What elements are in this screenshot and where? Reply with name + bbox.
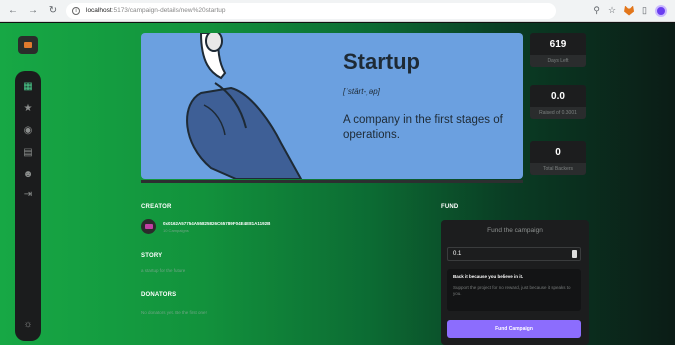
creator-logo-icon [144,224,153,229]
campaign-image: Startup [ˈstärt-ˌəp] A company in the fi… [141,33,523,179]
fund-campaign-button[interactable]: Fund Campaign [447,320,581,338]
fund-amount-input[interactable]: 0.1 [447,247,581,261]
back-arrow-icon[interactable]: ← [6,4,20,18]
stat-raised: 0.0 Raised of 0.3001 [530,85,586,119]
metamask-extension-icon[interactable] [624,5,635,16]
donators-heading: DONATORS [141,292,177,298]
fund-heading: FUND [441,204,459,210]
stat-value: 0.0 [551,90,565,102]
creator-row: 0x0162A57754A55825826C65789F04E4E81A1192… [141,219,270,234]
address-bar[interactable]: i localhost:5173/campaign-details/new%20… [66,2,556,19]
fund-amount-value: 0.1 [453,251,462,257]
browser-toolbar: ← → ↻ i localhost:5173/campaign-details/… [0,0,675,22]
dashboard-icon[interactable]: ▦ [22,81,34,93]
logo-mark-icon [24,42,32,48]
stat-days-left: 619 Days Left [530,33,586,67]
creator-campaign-count: 10 Campaigns [163,227,189,233]
profile-avatar[interactable] [655,4,667,17]
back-info-description: Support the project for no reward, just … [453,285,571,296]
stat-value: 619 [549,38,567,50]
logout-icon[interactable]: ⇥ [22,189,34,201]
forward-arrow-icon[interactable]: → [26,4,40,18]
stat-label: Total Backers [530,163,586,175]
theme-toggle-icon[interactable]: ☼ [22,319,34,331]
payment-icon[interactable]: ◉ [22,125,34,137]
hand-holding-sprout-illustration [186,33,303,179]
stat-value: 0 [555,146,561,158]
story-heading: STORY [141,253,163,259]
campaign-details-page: ▦ ★ ◉ ▤ ☻ ⇥ ☼ Startup [ˈstärt-ˌəp] A com… [0,23,675,345]
extensions-puzzle-icon[interactable]: ▯ [642,5,647,16]
story-text: a startup for the future [141,268,186,273]
withdraw-icon[interactable]: ▤ [22,147,34,159]
profile-icon[interactable]: ☻ [22,169,34,181]
site-info-icon[interactable]: i [72,6,80,15]
fund-panel-title: Fund the campaign [487,227,543,234]
stat-label: Days Left [530,55,586,67]
fund-panel: Fund the campaign 0.1 Back it because yo… [441,220,589,345]
stat-label: Raised of 0.3001 [530,107,586,119]
back-info-title: Back it because you believe in it. [453,274,524,279]
back-info-box: Back it because you believe in it. Suppo… [447,269,581,311]
funding-progress-bar [141,180,523,183]
url-path: :5173/campaign-details/new%20startup [111,7,226,14]
create-campaign-icon[interactable]: ★ [22,103,34,115]
creator-avatar [141,219,156,234]
creator-address: 0x0162A57754A55825826C65789F04E4E81A1192… [163,220,271,226]
hero-title: Startup [343,49,420,74]
stat-total-backers: 0 Total Backers [530,141,586,175]
number-spinner-icon[interactable] [572,250,577,258]
creator-heading: CREATOR [141,204,172,210]
bookmark-star-icon[interactable]: ☆ [608,5,616,16]
zoom-icon[interactable]: ⚲ [593,5,600,16]
sidebar: ▦ ★ ◉ ▤ ☻ ⇥ ☼ [15,71,41,341]
hero-phonetic: [ˈstärt-ˌəp] [343,87,380,96]
reload-icon[interactable]: ↻ [46,4,60,18]
hero-definition: A company in the first stages of operati… [343,114,503,141]
donators-empty-text: No donators yet. Be the first one! [141,310,207,315]
app-logo[interactable] [18,36,38,54]
url-host: localhost [86,7,112,14]
